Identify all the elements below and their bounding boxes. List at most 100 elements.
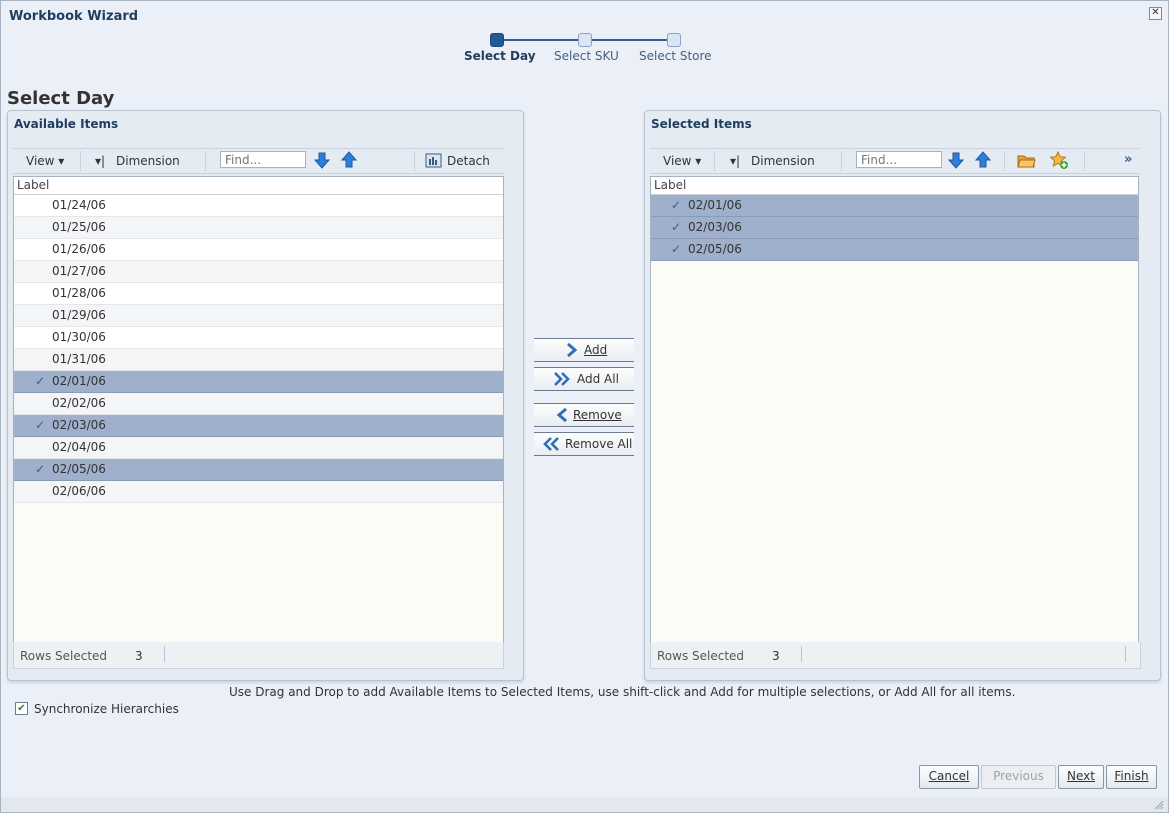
resize-grip-icon[interactable] [1154,800,1164,810]
finish-button[interactable]: Finish [1106,765,1157,789]
table-row[interactable]: ✓ 02/01/06 [14,371,503,393]
row-label: 02/03/06 [688,220,742,234]
close-icon[interactable]: ✕ [1149,7,1162,20]
checkmark-icon: ✓ [35,418,46,432]
available-toolbar: View ▾ ▾| Dimension Detach [13,148,504,174]
double-chevron-left-icon [543,437,559,451]
chevron-right-icon [567,342,578,358]
status-bar: Rows Selected 3 [13,642,504,669]
finish-label: Finish [1114,769,1149,783]
status-separator [1125,646,1126,662]
table-row[interactable]: 01/27/06 [14,261,503,283]
synchronize-hierarchies-label[interactable]: Synchronize Hierarchies [34,702,179,716]
open-folder-icon[interactable] [1016,150,1036,170]
selected-items-table: Label ✓ 02/01/06 ✓ 02/03/06 ✓ 02/05/06 [650,176,1139,643]
remove-all-button[interactable]: Remove All [534,432,634,456]
row-label: 01/29/06 [52,308,106,322]
find-input[interactable] [220,151,306,168]
train-connector [585,39,673,41]
selected-items-panel: Selected Items View ▾ ▾| Dimension » Lab… [644,110,1161,681]
row-label: 01/26/06 [52,242,106,256]
double-chevron-right-icon [554,372,570,386]
table-row[interactable]: ✓ 02/03/06 [651,217,1138,239]
toolbar-separator [205,151,206,171]
table-row[interactable]: 01/30/06 [14,327,503,349]
checkmark-icon: ✓ [671,198,682,212]
synchronize-hierarchies-checkbox[interactable]: ✔ [15,702,28,715]
rows-selected-value: 3 [135,649,143,663]
dimension-dropdown-icon[interactable]: ▾| [730,154,740,168]
toolbar-separator [1084,151,1085,171]
overflow-chevron-icon[interactable]: » [1124,152,1132,167]
table-row[interactable]: 01/24/06 [14,195,503,217]
add-button[interactable]: Add [534,338,634,362]
remove-button[interactable]: Remove [534,403,634,427]
train-stop-select-day[interactable] [490,33,504,47]
title-bar: Workbook Wizard ✕ [1,1,1168,31]
add-all-button[interactable]: Add All [534,367,634,391]
toolbar-separator [841,151,842,171]
train-label-select-store[interactable]: Select Store [639,49,712,63]
remove-all-label: Remove All [565,437,633,451]
train-stop-select-store[interactable] [667,33,681,47]
move-down-icon[interactable] [312,150,332,170]
row-label: 02/01/06 [688,198,742,212]
row-label: 01/28/06 [52,286,106,300]
table-row[interactable]: 01/25/06 [14,217,503,239]
workbook-wizard-dialog: Workbook Wizard ✕ Select Day Select SKU … [0,0,1169,813]
bottom-strip [1,797,1168,812]
table-row[interactable]: 01/29/06 [14,305,503,327]
move-up-icon[interactable] [973,150,993,170]
find-input[interactable] [856,151,942,168]
train-label-select-sku[interactable]: Select SKU [554,49,619,63]
previous-button[interactable]: Previous [981,765,1056,789]
table-row[interactable]: 01/26/06 [14,239,503,261]
status-separator [164,646,165,662]
row-label: 02/03/06 [52,418,106,432]
train-stop-select-sku[interactable] [578,33,592,47]
row-label: 02/02/06 [52,396,106,410]
panel-title: Available Items [14,117,119,131]
next-label: Next [1067,769,1095,783]
selected-toolbar: View ▾ ▾| Dimension » [650,148,1139,174]
cancel-button[interactable]: Cancel [919,765,979,789]
row-label: 02/01/06 [52,374,106,388]
available-items-panel: Available Items View ▾ ▾| Dimension Deta… [7,110,524,681]
move-down-icon[interactable] [946,150,966,170]
table-row[interactable]: ✓ 02/05/06 [651,239,1138,261]
add-favorite-icon[interactable] [1049,150,1069,170]
row-label: 02/04/06 [52,440,106,454]
instructions-text: Use Drag and Drop to add Available Items… [229,685,1016,699]
next-button[interactable]: Next [1058,765,1104,789]
toolbar-separator [80,151,81,171]
checkmark-icon: ✓ [671,220,682,234]
wizard-train: Select Day Select SKU Select Store [461,31,721,71]
status-separator [801,646,802,662]
detach-button[interactable]: Detach [447,154,490,168]
dimension-dropdown-icon[interactable]: ▾| [95,154,105,168]
toolbar-separator [714,151,715,171]
table-row[interactable]: ✓ 02/01/06 [651,195,1138,217]
dimension-button[interactable]: Dimension [751,154,815,168]
view-menu[interactable]: View ▾ [663,154,701,168]
row-label: 02/05/06 [688,242,742,256]
table-row[interactable]: ✓ 02/03/06 [14,415,503,437]
table-row[interactable]: 01/31/06 [14,349,503,371]
column-header-label[interactable]: Label [651,177,1138,195]
row-label: 01/24/06 [52,198,106,212]
checkmark-icon: ✓ [35,374,46,388]
view-menu[interactable]: View ▾ [26,154,64,168]
table-row[interactable]: 02/04/06 [14,437,503,459]
table-row[interactable]: 02/06/06 [14,481,503,503]
column-header-label[interactable]: Label [14,177,503,195]
dimension-button[interactable]: Dimension [116,154,180,168]
table-row[interactable]: 02/02/06 [14,393,503,415]
checkmark-icon: ✓ [671,242,682,256]
table-row[interactable]: 01/28/06 [14,283,503,305]
row-label: 01/25/06 [52,220,106,234]
panel-title: Selected Items [651,117,752,131]
table-row[interactable]: ✓ 02/05/06 [14,459,503,481]
move-up-icon[interactable] [339,150,359,170]
detach-icon[interactable] [424,151,444,171]
train-label-select-day[interactable]: Select Day [464,49,536,63]
